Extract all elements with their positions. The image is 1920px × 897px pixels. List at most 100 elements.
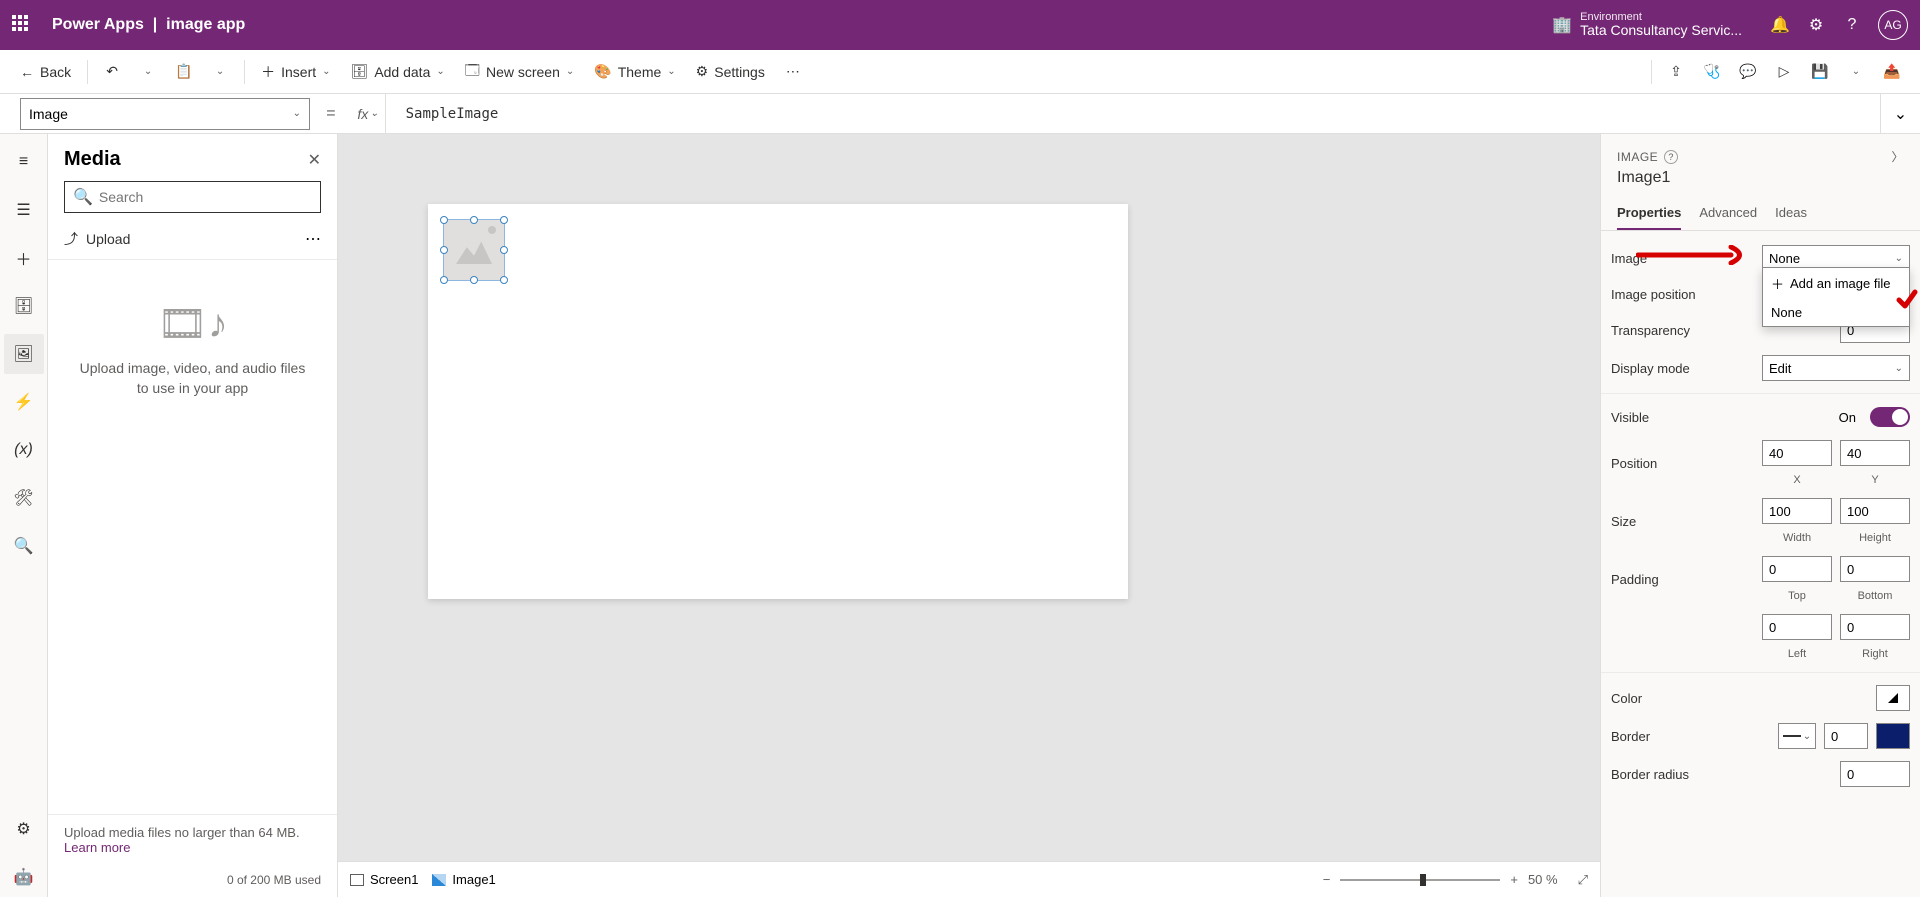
theme-button[interactable]: 🎨Theme⌄	[586, 56, 683, 88]
undo-button[interactable]: ↶	[96, 56, 128, 88]
prop-display-mode-select[interactable]: Edit⌄	[1762, 355, 1910, 381]
publish-icon[interactable]: 📤	[1876, 56, 1908, 88]
zoom-out-icon[interactable]: −	[1323, 872, 1331, 887]
environment-icon: 🏢	[1552, 15, 1572, 35]
tree-view-icon[interactable]: ☰	[4, 190, 44, 230]
resize-handle[interactable]	[500, 246, 508, 254]
prop-pad-bottom-input[interactable]	[1840, 556, 1910, 582]
notifications-icon[interactable]: 🔔	[1762, 7, 1798, 43]
zoom-slider[interactable]	[1340, 879, 1500, 881]
formula-input[interactable]	[396, 94, 1870, 133]
resize-handle[interactable]	[440, 276, 448, 284]
media-overflow[interactable]: ⋯	[305, 229, 321, 249]
resize-handle[interactable]	[440, 246, 448, 254]
resize-handle[interactable]	[470, 276, 478, 284]
control-name[interactable]: Image1	[1601, 169, 1920, 197]
search-input[interactable]	[99, 189, 312, 205]
prop-pad-top-input[interactable]	[1762, 556, 1832, 582]
formula-bar: Image⌄ = fx⌄ ⌄	[0, 94, 1920, 134]
share-icon[interactable]: ⇪	[1660, 56, 1692, 88]
image-control[interactable]	[443, 219, 505, 281]
learn-more-link[interactable]: Learn more	[64, 840, 130, 855]
prop-y-input[interactable]	[1840, 440, 1910, 466]
prop-x-input[interactable]	[1762, 440, 1832, 466]
avatar[interactable]: AG	[1878, 10, 1908, 40]
media-empty-text: Upload image, video, and audio files to …	[48, 359, 337, 398]
media-usage: 0 of 200 MB used	[64, 873, 321, 887]
fit-screen-icon[interactable]: ⤢	[1578, 872, 1588, 888]
overflow-button[interactable]: ⋯	[777, 56, 809, 88]
prop-color-label: Color	[1611, 691, 1868, 706]
equals-sign: =	[320, 105, 341, 123]
back-button[interactable]: ←Back	[12, 56, 79, 88]
breadcrumb-control[interactable]: Image1	[432, 872, 495, 887]
help-icon[interactable]: ?	[1834, 7, 1870, 43]
property-selector[interactable]: Image⌄	[20, 98, 310, 130]
save-icon[interactable]: 💾	[1804, 56, 1836, 88]
media-panel: Media ✕ 🔍 ⤴ Upload ⋯ 🎞♪ Upload image, vi…	[48, 134, 338, 897]
close-icon[interactable]: ✕	[308, 150, 321, 170]
comments-icon[interactable]: 💬	[1732, 56, 1764, 88]
command-bar: ←Back ↶ ⌄ 📋 ⌄ ＋Insert⌄ 🗄Add data⌄ 🗔New s…	[0, 50, 1920, 94]
canvas: Screen1 Image1 − + 50 % ⤢	[338, 134, 1600, 897]
screen-canvas[interactable]	[428, 204, 1128, 599]
breadcrumb-screen[interactable]: Screen1	[350, 872, 418, 887]
prop-visible-toggle[interactable]	[1870, 407, 1910, 427]
media-rail-icon[interactable]: 🖼	[4, 334, 44, 374]
prop-border-style[interactable]: ⌄	[1778, 723, 1816, 749]
tab-properties[interactable]: Properties	[1617, 197, 1681, 230]
paste-button[interactable]: 📋	[168, 56, 200, 88]
prop-padding-label: Padding	[1611, 572, 1754, 587]
resize-handle[interactable]	[470, 216, 478, 224]
back-arrow-icon: ←	[20, 64, 34, 80]
rail-settings-icon[interactable]: ⚙	[4, 809, 44, 849]
undo-menu[interactable]: ⌄	[132, 56, 164, 88]
resize-handle[interactable]	[500, 276, 508, 284]
paste-menu[interactable]: ⌄	[204, 56, 236, 88]
zoom-in-icon[interactable]: +	[1510, 872, 1518, 887]
prop-size-label: Size	[1611, 514, 1754, 529]
prop-border-width-input[interactable]	[1824, 723, 1868, 749]
tab-advanced[interactable]: Advanced	[1699, 197, 1757, 230]
formula-expand-icon[interactable]: ⌄	[1880, 94, 1920, 133]
dropdown-add-image[interactable]: ＋Add an image file	[1763, 268, 1909, 299]
settings-gear-icon[interactable]: ⚙	[1798, 7, 1834, 43]
media-title: Media	[64, 148, 121, 171]
settings-button[interactable]: ⚙Settings	[688, 56, 773, 88]
fx-icon[interactable]: fx⌄	[351, 94, 385, 133]
insert-button[interactable]: ＋Insert⌄	[253, 56, 338, 88]
breadcrumb: Screen1 Image1 − + 50 % ⤢	[338, 861, 1600, 897]
prop-color-swatch[interactable]	[1876, 685, 1910, 711]
play-icon[interactable]: ▷	[1768, 56, 1800, 88]
hamburger-icon[interactable]: ≡	[4, 142, 44, 182]
prop-pad-right-input[interactable]	[1840, 614, 1910, 640]
variables-rail-icon[interactable]: (x)	[4, 430, 44, 470]
tab-ideas[interactable]: Ideas	[1775, 197, 1807, 230]
search-rail-icon[interactable]: 🔍	[4, 526, 44, 566]
panel-collapse-icon[interactable]: 〉	[1891, 148, 1904, 165]
resize-handle[interactable]	[440, 216, 448, 224]
app-checker-icon[interactable]: 🩺	[1696, 56, 1728, 88]
prop-pad-left-input[interactable]	[1762, 614, 1832, 640]
data-rail-icon[interactable]: 🗄	[4, 286, 44, 326]
waffle-icon[interactable]	[12, 15, 32, 35]
insert-rail-icon[interactable]: ＋	[4, 238, 44, 278]
prop-width-input[interactable]	[1762, 498, 1832, 524]
info-icon[interactable]: ?	[1664, 150, 1678, 164]
dropdown-none[interactable]: None	[1763, 299, 1909, 326]
environment-picker[interactable]: 🏢 Environment Tata Consultancy Servic...	[1552, 11, 1742, 38]
flows-rail-icon[interactable]: ⚡	[4, 382, 44, 422]
prop-height-input[interactable]	[1840, 498, 1910, 524]
add-data-button[interactable]: 🗄Add data⌄	[343, 56, 453, 88]
media-search[interactable]: 🔍	[64, 181, 321, 213]
left-rail: ≡ ☰ ＋ 🗄 🖼 ⚡ (x) 🛠 🔍 ⚙ 🤖	[0, 134, 48, 897]
prop-border-radius-input[interactable]	[1840, 761, 1910, 787]
save-menu[interactable]: ⌄	[1840, 56, 1872, 88]
new-screen-button[interactable]: 🗔New screen⌄	[457, 56, 583, 88]
resize-handle[interactable]	[500, 216, 508, 224]
prop-border-color[interactable]	[1876, 723, 1910, 749]
rail-bot-icon[interactable]: 🤖	[4, 857, 44, 897]
upload-button[interactable]: ⤴ Upload	[64, 229, 130, 249]
tools-rail-icon[interactable]: 🛠	[4, 478, 44, 518]
properties-panel: IMAGE ? 〉 Image1 Properties Advanced Ide…	[1600, 134, 1920, 897]
